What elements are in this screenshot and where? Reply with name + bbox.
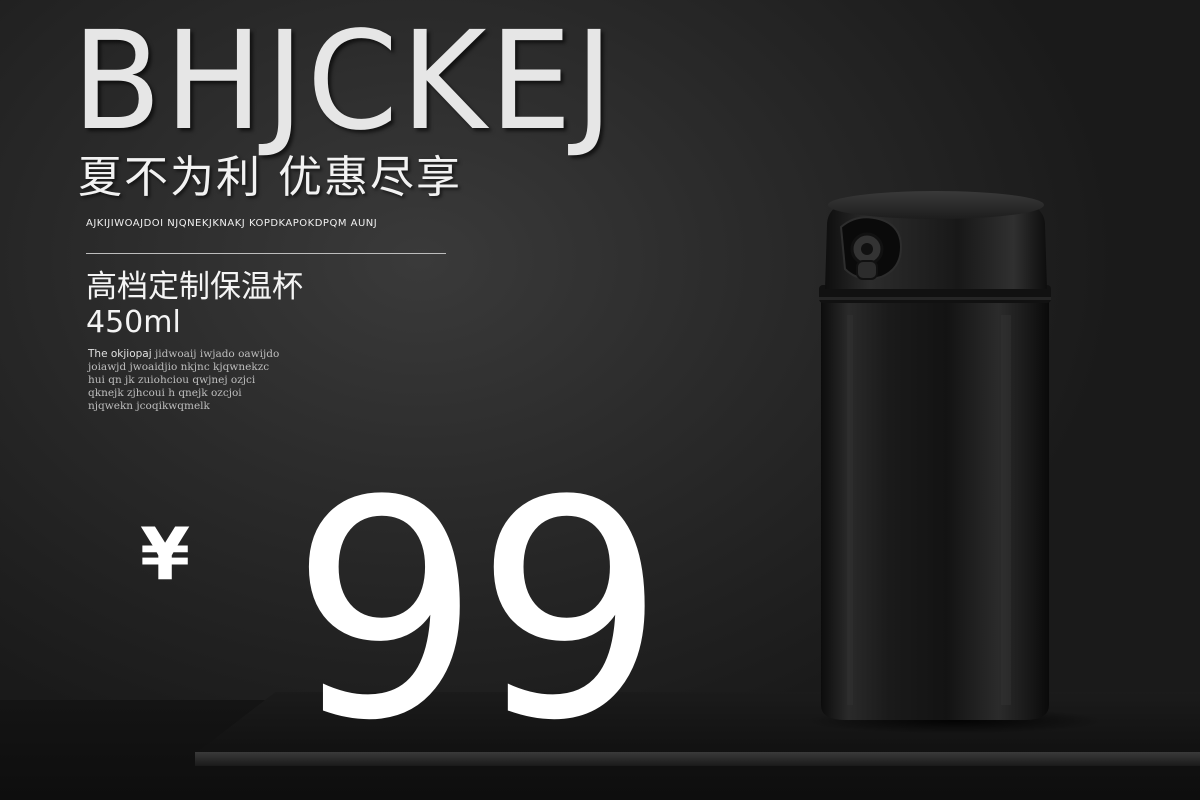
- subline-text: Ajkijiwoajdoi njqnekjknakj kopdkapokdpqm…: [86, 218, 378, 229]
- brand-title: BHJCKEJ: [72, 3, 617, 161]
- bottle-icon: [819, 191, 1051, 720]
- description-line: The okjiopaj jidwoaij iwjado oawijdo: [88, 348, 388, 361]
- description-line-rest: jidwoaij iwjado oawijdo: [151, 348, 280, 360]
- currency-symbol: ¥: [140, 512, 191, 596]
- description-line: joiawjd jwoaidjio nkjnc kjqwnekzc: [88, 361, 270, 373]
- slogan: 夏不为利 优惠尽享: [78, 152, 462, 203]
- product-capacity: 450ml: [86, 305, 181, 340]
- description-lead: The okjiopaj: [88, 348, 152, 360]
- description-line: hui qn jk zuiohciou qwjnej ozjci: [88, 374, 256, 386]
- price-amount: 99: [290, 437, 666, 786]
- product-name: 高档定制保温杯: [86, 269, 303, 305]
- description-block: The okjiopaj jidwoaij iwjado oawijdo joi…: [88, 348, 388, 413]
- description-line: qknejk zjhcoui h qnejk ozcjoi: [88, 387, 242, 399]
- divider: [86, 253, 446, 254]
- description-line: njqwekn jcoqikwqmelk: [88, 400, 210, 412]
- product-image: [805, 185, 1075, 725]
